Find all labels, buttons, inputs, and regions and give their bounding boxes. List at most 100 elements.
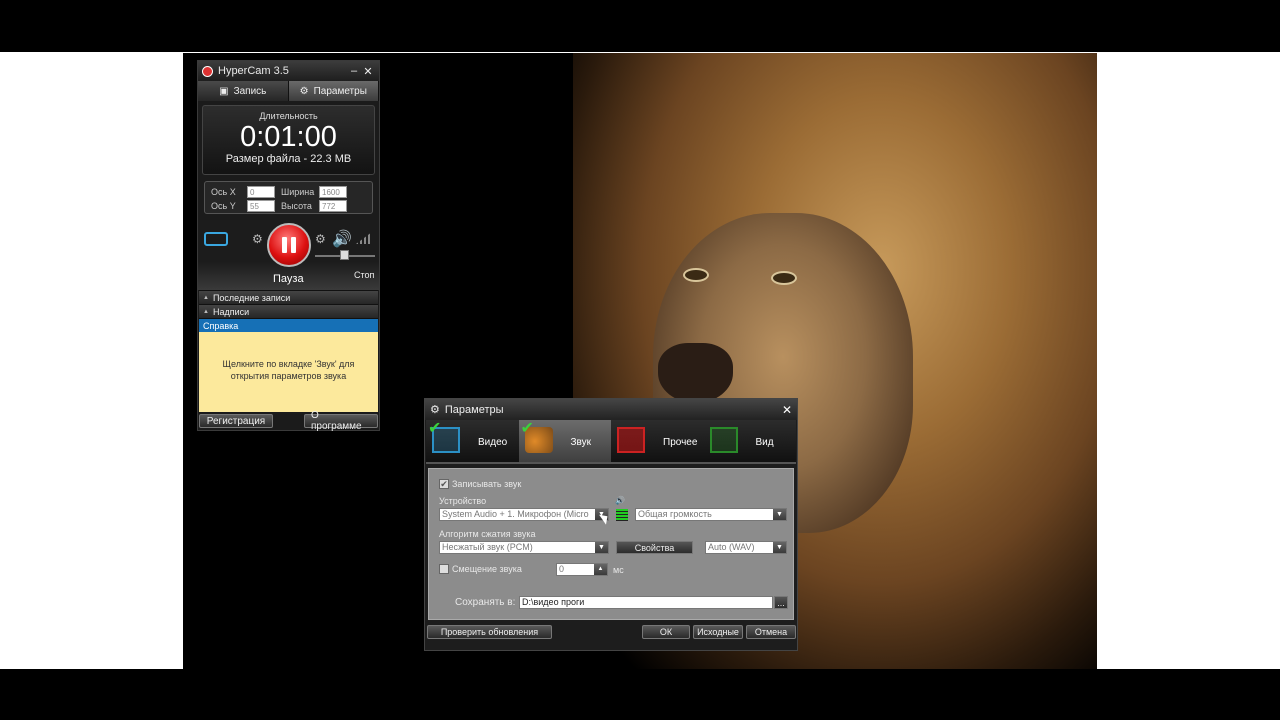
hypercam-titlebar[interactable]: HyperCam 3.5 – ✕ — [198, 61, 379, 81]
collapse-arrow-icon: ▲ — [203, 294, 209, 301]
y-axis-label: Ось Y — [211, 201, 236, 211]
help-section[interactable]: Справка — [199, 318, 378, 332]
codec-label: Алгоритм сжатия звука — [439, 529, 536, 539]
record-sound-label: Записывать звук — [452, 479, 522, 489]
help-text-line: открытия параметров звука — [230, 371, 347, 381]
height-label: Высота — [281, 201, 312, 211]
speaker-icon[interactable]: 🔊 — [332, 229, 352, 249]
video-settings-gear-icon[interactable]: ⚙ — [252, 232, 263, 246]
volume-source-value: Общая громкость — [638, 509, 712, 519]
chevron-down-icon: ▼ — [773, 542, 786, 553]
check-updates-button[interactable]: Проверить обновления — [427, 625, 552, 639]
lion-eye-image — [771, 271, 797, 285]
parameters-tabs: ✔ Видео ✔ Звук Прочее Вид — [426, 420, 796, 464]
save-path-input[interactable]: D:\видео проги — [519, 596, 773, 609]
height-input[interactable]: 772 — [319, 200, 347, 212]
tab-parameters-label: Параметры — [313, 85, 367, 97]
speaker-small-icon: 🔊 — [615, 496, 625, 505]
volume-source-select[interactable]: Общая громкость ▼ — [635, 508, 787, 521]
gear-icon: ⚙ — [430, 404, 440, 416]
device-value: System Audio + 1. Микрофон (Micro — [442, 509, 589, 519]
parameters-title: Параметры — [444, 403, 504, 416]
checkbox-checked-icon: ✔ — [439, 479, 449, 489]
help-text-box: Щелкните по вкладке 'Звук' для открытия … — [199, 332, 378, 412]
audio-offset-checkbox[interactable]: Смещение звука — [439, 564, 522, 574]
pause-label: Пауза — [273, 273, 304, 285]
minimize-button[interactable]: – — [347, 65, 361, 77]
timer-panel: Длительность 0:01:00 Размер файла - 22.3… — [202, 105, 375, 175]
pause-button[interactable] — [267, 223, 311, 267]
tab-other[interactable]: Прочее — [611, 420, 704, 462]
view-icon — [709, 427, 738, 453]
register-button[interactable]: Регистрация — [199, 414, 273, 428]
y-axis-input[interactable]: 55 — [247, 200, 275, 212]
parameters-footer: Проверить обновления ОК Исходные Отмена — [425, 625, 799, 641]
cancel-button[interactable]: Отмена — [746, 625, 796, 639]
width-input[interactable]: 1600 — [319, 186, 347, 198]
mixer-icon — [616, 509, 628, 521]
stop-button[interactable]: Стоп — [354, 270, 374, 280]
chevron-down-icon: ▼ — [773, 509, 786, 520]
parameters-dialog: ⚙ Параметры ✕ ✔ Видео ✔ Звук Прочее Вид … — [424, 398, 798, 651]
hypercam-footer: Регистрация О программе — [198, 410, 379, 432]
record-sound-checkbox[interactable]: ✔ Записывать звук — [439, 479, 521, 489]
gear-icon: ⚙ — [299, 85, 309, 97]
recording-controls: ⚙ ⚙ 🔊 Пауза Стоп — [198, 220, 379, 290]
tab-view[interactable]: Вид — [704, 420, 797, 462]
offset-unit-label: мс — [613, 565, 624, 575]
tab-sound-label: Звук — [570, 437, 592, 448]
tab-parameters[interactable]: ⚙ Параметры — [288, 81, 379, 101]
file-size-label: Размер файла - 22.3 MB — [225, 153, 352, 165]
help-text-line: Щелкните по вкладке 'Звук' для — [222, 359, 355, 369]
video-bottom-letterbox — [0, 669, 1280, 720]
tab-view-label: Вид — [755, 437, 774, 448]
other-icon — [617, 427, 645, 453]
parameters-titlebar[interactable]: ⚙ Параметры ✕ — [425, 399, 797, 420]
recent-recordings-section[interactable]: ▲ Последние записи — [199, 290, 378, 304]
tab-record[interactable]: ▣ Запись — [198, 81, 289, 101]
video-camera-icon[interactable] — [204, 232, 228, 246]
device-select[interactable]: System Audio + 1. Микрофон (Micro ▼ — [439, 508, 609, 521]
tab-record-label: Запись — [233, 85, 267, 97]
browse-button[interactable]: ... — [774, 596, 788, 609]
capture-region-panel: Ось X 0 Ширина 1600 Ось Y 55 Высота 772 — [204, 181, 373, 214]
pause-icon — [282, 237, 287, 253]
audio-offset-label: Смещение звука — [452, 564, 522, 574]
close-button[interactable]: ✕ — [782, 403, 792, 417]
duration-value: 0:01:00 — [240, 121, 337, 153]
tab-sound[interactable]: ✔ Звук — [518, 420, 611, 462]
about-button[interactable]: О программе — [304, 410, 378, 432]
check-icon: ✔ — [520, 420, 534, 437]
format-value: Auto (WAV) — [708, 542, 755, 552]
codec-select[interactable]: Несжатый звук (PCM) ▼ — [439, 541, 609, 554]
audio-offset-input[interactable]: 0 ▲ — [556, 563, 608, 576]
check-icon: ✔ — [428, 420, 442, 437]
defaults-button[interactable]: Исходные — [693, 625, 743, 639]
ok-button[interactable]: ОК — [642, 625, 690, 639]
recent-recordings-label: Последние записи — [212, 292, 291, 303]
properties-button[interactable]: Свойства — [616, 541, 693, 554]
codec-value: Несжатый звук (PCM) — [442, 542, 533, 552]
audio-offset-value: 0 — [559, 564, 565, 574]
volume-slider-knob[interactable] — [340, 250, 349, 260]
save-to-label: Сохранять в: — [455, 597, 516, 608]
help-label: Справка — [203, 320, 239, 331]
duration-label: Длительность — [259, 111, 318, 121]
chevron-down-icon: ▼ — [595, 542, 608, 553]
audio-settings-gear-icon[interactable]: ⚙ — [315, 232, 326, 246]
lion-eye-image — [683, 268, 709, 282]
checkbox-unchecked-icon — [439, 564, 449, 574]
collapse-arrow-icon: ▲ — [203, 308, 209, 315]
hypercam-logo-icon — [202, 65, 213, 77]
hypercam-window: HyperCam 3.5 – ✕ ▣ Запись ⚙ Параметры Дл… — [197, 60, 380, 432]
camera-icon: ▣ — [219, 85, 229, 97]
format-select[interactable]: Auto (WAV) ▼ — [705, 541, 787, 554]
sound-settings-panel: ✔ Записывать звук Устройство System Audi… — [428, 468, 794, 620]
audio-level-icon — [356, 232, 372, 244]
close-button[interactable]: ✕ — [361, 65, 375, 78]
tab-video[interactable]: ✔ Видео — [426, 420, 519, 462]
x-axis-label: Ось X — [211, 187, 236, 197]
x-axis-input[interactable]: 0 — [247, 186, 275, 198]
captions-section[interactable]: ▲ Надписи — [199, 304, 378, 318]
spinner-icon[interactable]: ▲ — [594, 564, 607, 575]
